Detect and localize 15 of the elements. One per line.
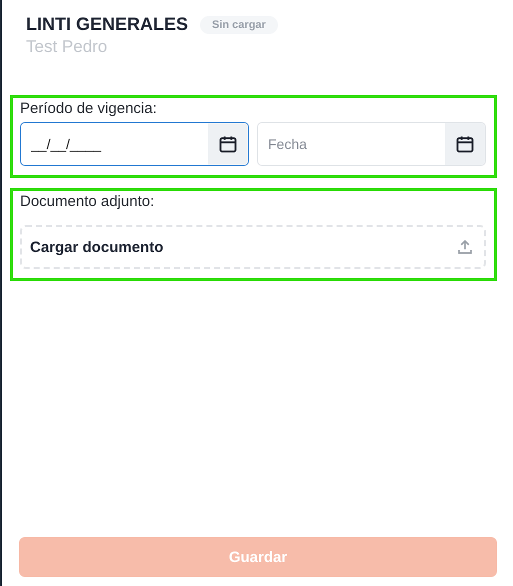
status-badge: Sin cargar — [200, 16, 278, 34]
calendar-button[interactable] — [208, 123, 248, 165]
calendar-icon — [218, 134, 238, 154]
calendar-button[interactable] — [445, 123, 485, 165]
date-picker[interactable]: Fecha — [257, 122, 486, 166]
date-field[interactable]: Fecha — [258, 123, 445, 165]
calendar-icon — [455, 134, 475, 154]
upload-icon — [456, 238, 474, 256]
form-subtitle: Test Pedro — [26, 37, 108, 57]
section-label: Período de vigencia: — [20, 100, 158, 117]
date-field[interactable]: __/__/____ — [21, 123, 208, 165]
section-label: Documento adjunto: — [20, 193, 156, 210]
form-title: LINTI GENERALES — [26, 14, 188, 35]
upload-button[interactable]: Cargar documento — [20, 225, 486, 269]
date-picker[interactable]: __/__/____ — [20, 122, 249, 166]
